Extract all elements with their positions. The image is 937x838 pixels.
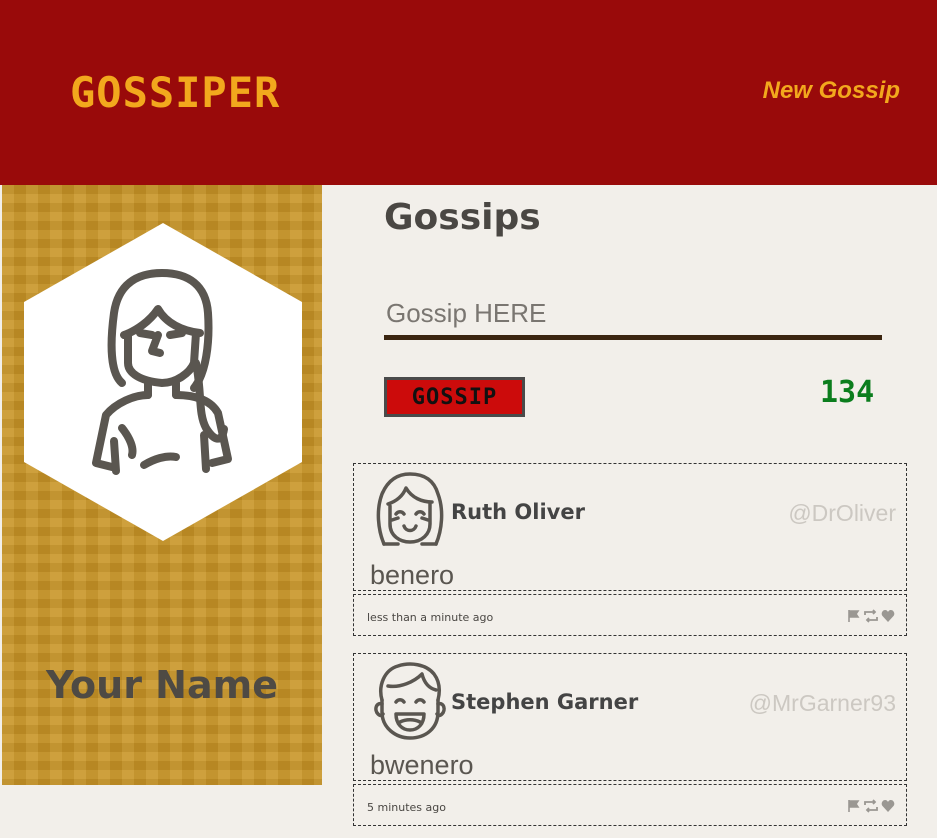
woman-avatar-icon <box>24 223 302 541</box>
gossip-actions <box>847 798 895 817</box>
gossip-author[interactable]: Stephen Garner <box>451 690 638 714</box>
gossip-author[interactable]: Ruth Oliver <box>451 500 585 524</box>
profile-sidebar: Your Name <box>2 185 322 785</box>
gossip-content: bwenero <box>370 750 474 780</box>
gossip-button[interactable]: GOSSIP <box>384 377 525 417</box>
gossip-timestamp: 5 minutes ago <box>367 801 446 814</box>
gossip-card: Ruth Oliver @DrOliver benero less than a… <box>353 463 907 636</box>
retweet-icon[interactable] <box>863 798 879 817</box>
character-counter: 134 <box>820 375 875 410</box>
gossip-card: Stephen Garner @MrGarner93 bwenero 5 min… <box>353 653 907 826</box>
gossip-content: benero <box>370 560 455 590</box>
gossip-card-body: Ruth Oliver @DrOliver benero <box>353 463 907 591</box>
retweet-icon[interactable] <box>863 608 879 627</box>
page-title: Gossips <box>384 197 541 238</box>
boy-avatar-icon <box>374 662 446 740</box>
gossip-card-body: Stephen Garner @MrGarner93 bwenero <box>353 653 907 781</box>
heart-icon[interactable] <box>881 608 895 627</box>
gossip-actions <box>847 608 895 627</box>
profile-avatar <box>24 223 302 541</box>
new-gossip-link[interactable]: New Gossip <box>763 77 900 105</box>
gossip-feed: Gossips GOSSIP 134 Ruth Oliver <box>322 185 937 838</box>
top-bar: GOSSIPER New Gossip <box>0 0 937 185</box>
flag-icon[interactable] <box>847 798 861 817</box>
heart-icon[interactable] <box>881 798 895 817</box>
brand-logo[interactable]: GOSSIPER <box>70 68 280 117</box>
gossip-timestamp: less than a minute ago <box>367 611 494 624</box>
gossip-input[interactable] <box>384 291 882 340</box>
flag-icon[interactable] <box>847 608 861 627</box>
gossip-handle[interactable]: @DrOliver <box>788 500 896 527</box>
profile-name: Your Name <box>46 663 278 707</box>
gossip-handle[interactable]: @MrGarner93 <box>749 690 896 717</box>
girl-avatar-icon <box>376 472 444 546</box>
